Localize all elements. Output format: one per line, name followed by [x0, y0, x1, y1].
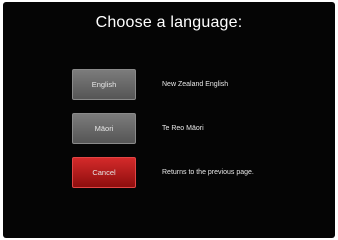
maori-button-label: Māori: [94, 124, 114, 133]
page-title: Choose a language:: [95, 14, 243, 31]
cancel-button[interactable]: Cancel: [72, 157, 136, 188]
english-button-label: English: [91, 80, 117, 89]
language-screen: Choose a language: English New Zealand E…: [3, 2, 335, 238]
english-description: New Zealand English: [162, 81, 229, 88]
english-button[interactable]: English: [72, 69, 136, 100]
maori-button[interactable]: Māori: [72, 113, 136, 144]
cancel-description: Returns to the previous page.: [162, 169, 254, 176]
maori-description: Te Reo Māori: [162, 125, 204, 132]
cancel-button-label: Cancel: [92, 168, 116, 177]
